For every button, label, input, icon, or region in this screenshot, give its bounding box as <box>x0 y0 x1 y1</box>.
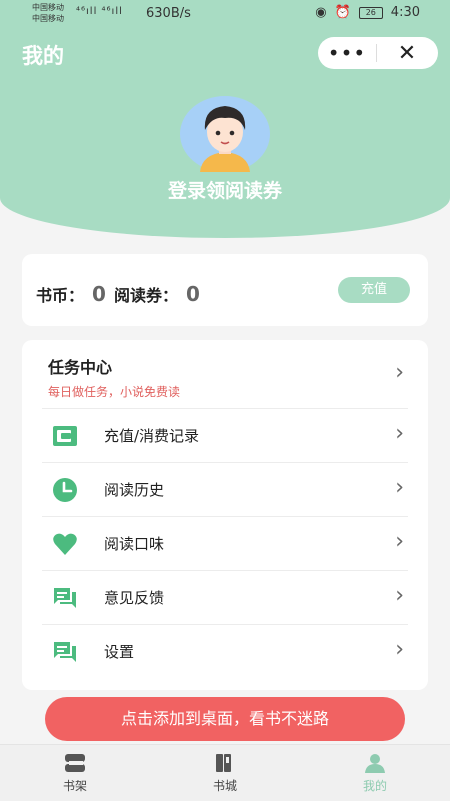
menu-item-label: 意见反馈 <box>104 589 165 607</box>
vouchers-value: 0 <box>185 282 200 306</box>
status-bar: 中国移动 中国移动 ⁴⁶ıll ⁴⁶ıll 630B/s ◉ ⏰ 26 4:30 <box>0 0 450 28</box>
carrier-bottom: 中国移动 <box>32 14 64 23</box>
menu-item-reading-taste[interactable]: 阅读口味 › <box>42 516 408 571</box>
bookshelf-icon <box>65 754 85 772</box>
close-button[interactable]: ✕ <box>377 41 437 66</box>
tab-mine[interactable]: 我的 <box>335 753 415 794</box>
balance-line: 书币： 0 阅读券： 0 <box>36 282 208 306</box>
carrier-top: 中国移动 <box>32 3 64 12</box>
tab-bookstore[interactable]: 书城 <box>185 753 265 794</box>
page-title: 我的 <box>22 44 64 68</box>
tab-label: 书城 <box>212 779 237 793</box>
mini-program-capsule: ••• ✕ <box>318 37 438 69</box>
net-speed: 630B/s <box>146 6 191 21</box>
vouchers-label: 阅读券： <box>113 286 178 305</box>
add-to-desktop-banner[interactable]: 点击添加到桌面，看书不迷路 <box>45 697 405 741</box>
person-icon <box>365 754 385 773</box>
carrier-info: 中国移动 中国移动 <box>32 2 64 24</box>
alarm-icon: ⏰ <box>334 5 351 20</box>
chevron-right-icon: › <box>395 529 404 554</box>
menu-item-feedback[interactable]: 意见反馈 › <box>42 570 408 625</box>
heart-icon <box>53 533 77 555</box>
tab-label: 我的 <box>362 779 387 793</box>
signal-icon: ⁴⁶ıll ⁴⁶ıll <box>76 6 123 17</box>
menu-card: 任务中心 每日做任务，小说免费读 › 充值/消费记录 › 阅读历史 › 阅读口味… <box>22 340 428 690</box>
tab-bar: 书架 书城 我的 <box>0 744 450 801</box>
menu-item-label: 阅读历史 <box>104 481 165 499</box>
battery-icon: 26 <box>358 6 383 19</box>
menu-item-settings[interactable]: 设置 › <box>42 624 408 679</box>
clock-time: 4:30 <box>390 5 420 20</box>
wallet-icon <box>53 426 77 446</box>
menu-item-label: 充值/消费记录 <box>104 427 200 445</box>
avatar[interactable] <box>180 96 270 172</box>
tab-label: 书架 <box>62 779 87 793</box>
eye-icon: ◉ <box>315 5 327 20</box>
chevron-right-icon: › <box>395 637 404 662</box>
settings-chat-icon <box>54 642 76 662</box>
task-center-title: 任务中心 <box>48 358 113 377</box>
task-center-subtitle: 每日做任务，小说免费读 <box>48 385 181 399</box>
menu-item-reading-history[interactable]: 阅读历史 › <box>42 462 408 517</box>
chevron-right-icon: › <box>395 475 404 500</box>
task-center[interactable]: 任务中心 每日做任务，小说免费读 › <box>22 340 428 408</box>
login-prompt[interactable]: 登录领阅读券 <box>0 176 450 203</box>
more-button[interactable]: ••• <box>318 43 376 63</box>
chevron-right-icon: › <box>395 583 404 608</box>
menu-item-recharge-history[interactable]: 充值/消费记录 › <box>42 408 408 463</box>
menu-item-label: 设置 <box>104 643 135 661</box>
coins-value: 0 <box>92 282 106 306</box>
coins-label: 书币： <box>36 286 85 305</box>
account-card: 书币： 0 阅读券： 0 充值 <box>22 254 428 326</box>
feedback-icon <box>54 588 76 608</box>
chevron-right-icon: › <box>395 360 404 385</box>
status-right: ◉ ⏰ 26 4:30 <box>315 5 420 20</box>
menu-item-label: 阅读口味 <box>104 535 165 553</box>
chevron-right-icon: › <box>395 421 404 446</box>
recharge-button[interactable]: 充值 <box>338 277 410 303</box>
bookstore-icon <box>216 754 231 772</box>
tab-bookshelf[interactable]: 书架 <box>35 753 115 794</box>
clock-icon <box>53 478 77 502</box>
